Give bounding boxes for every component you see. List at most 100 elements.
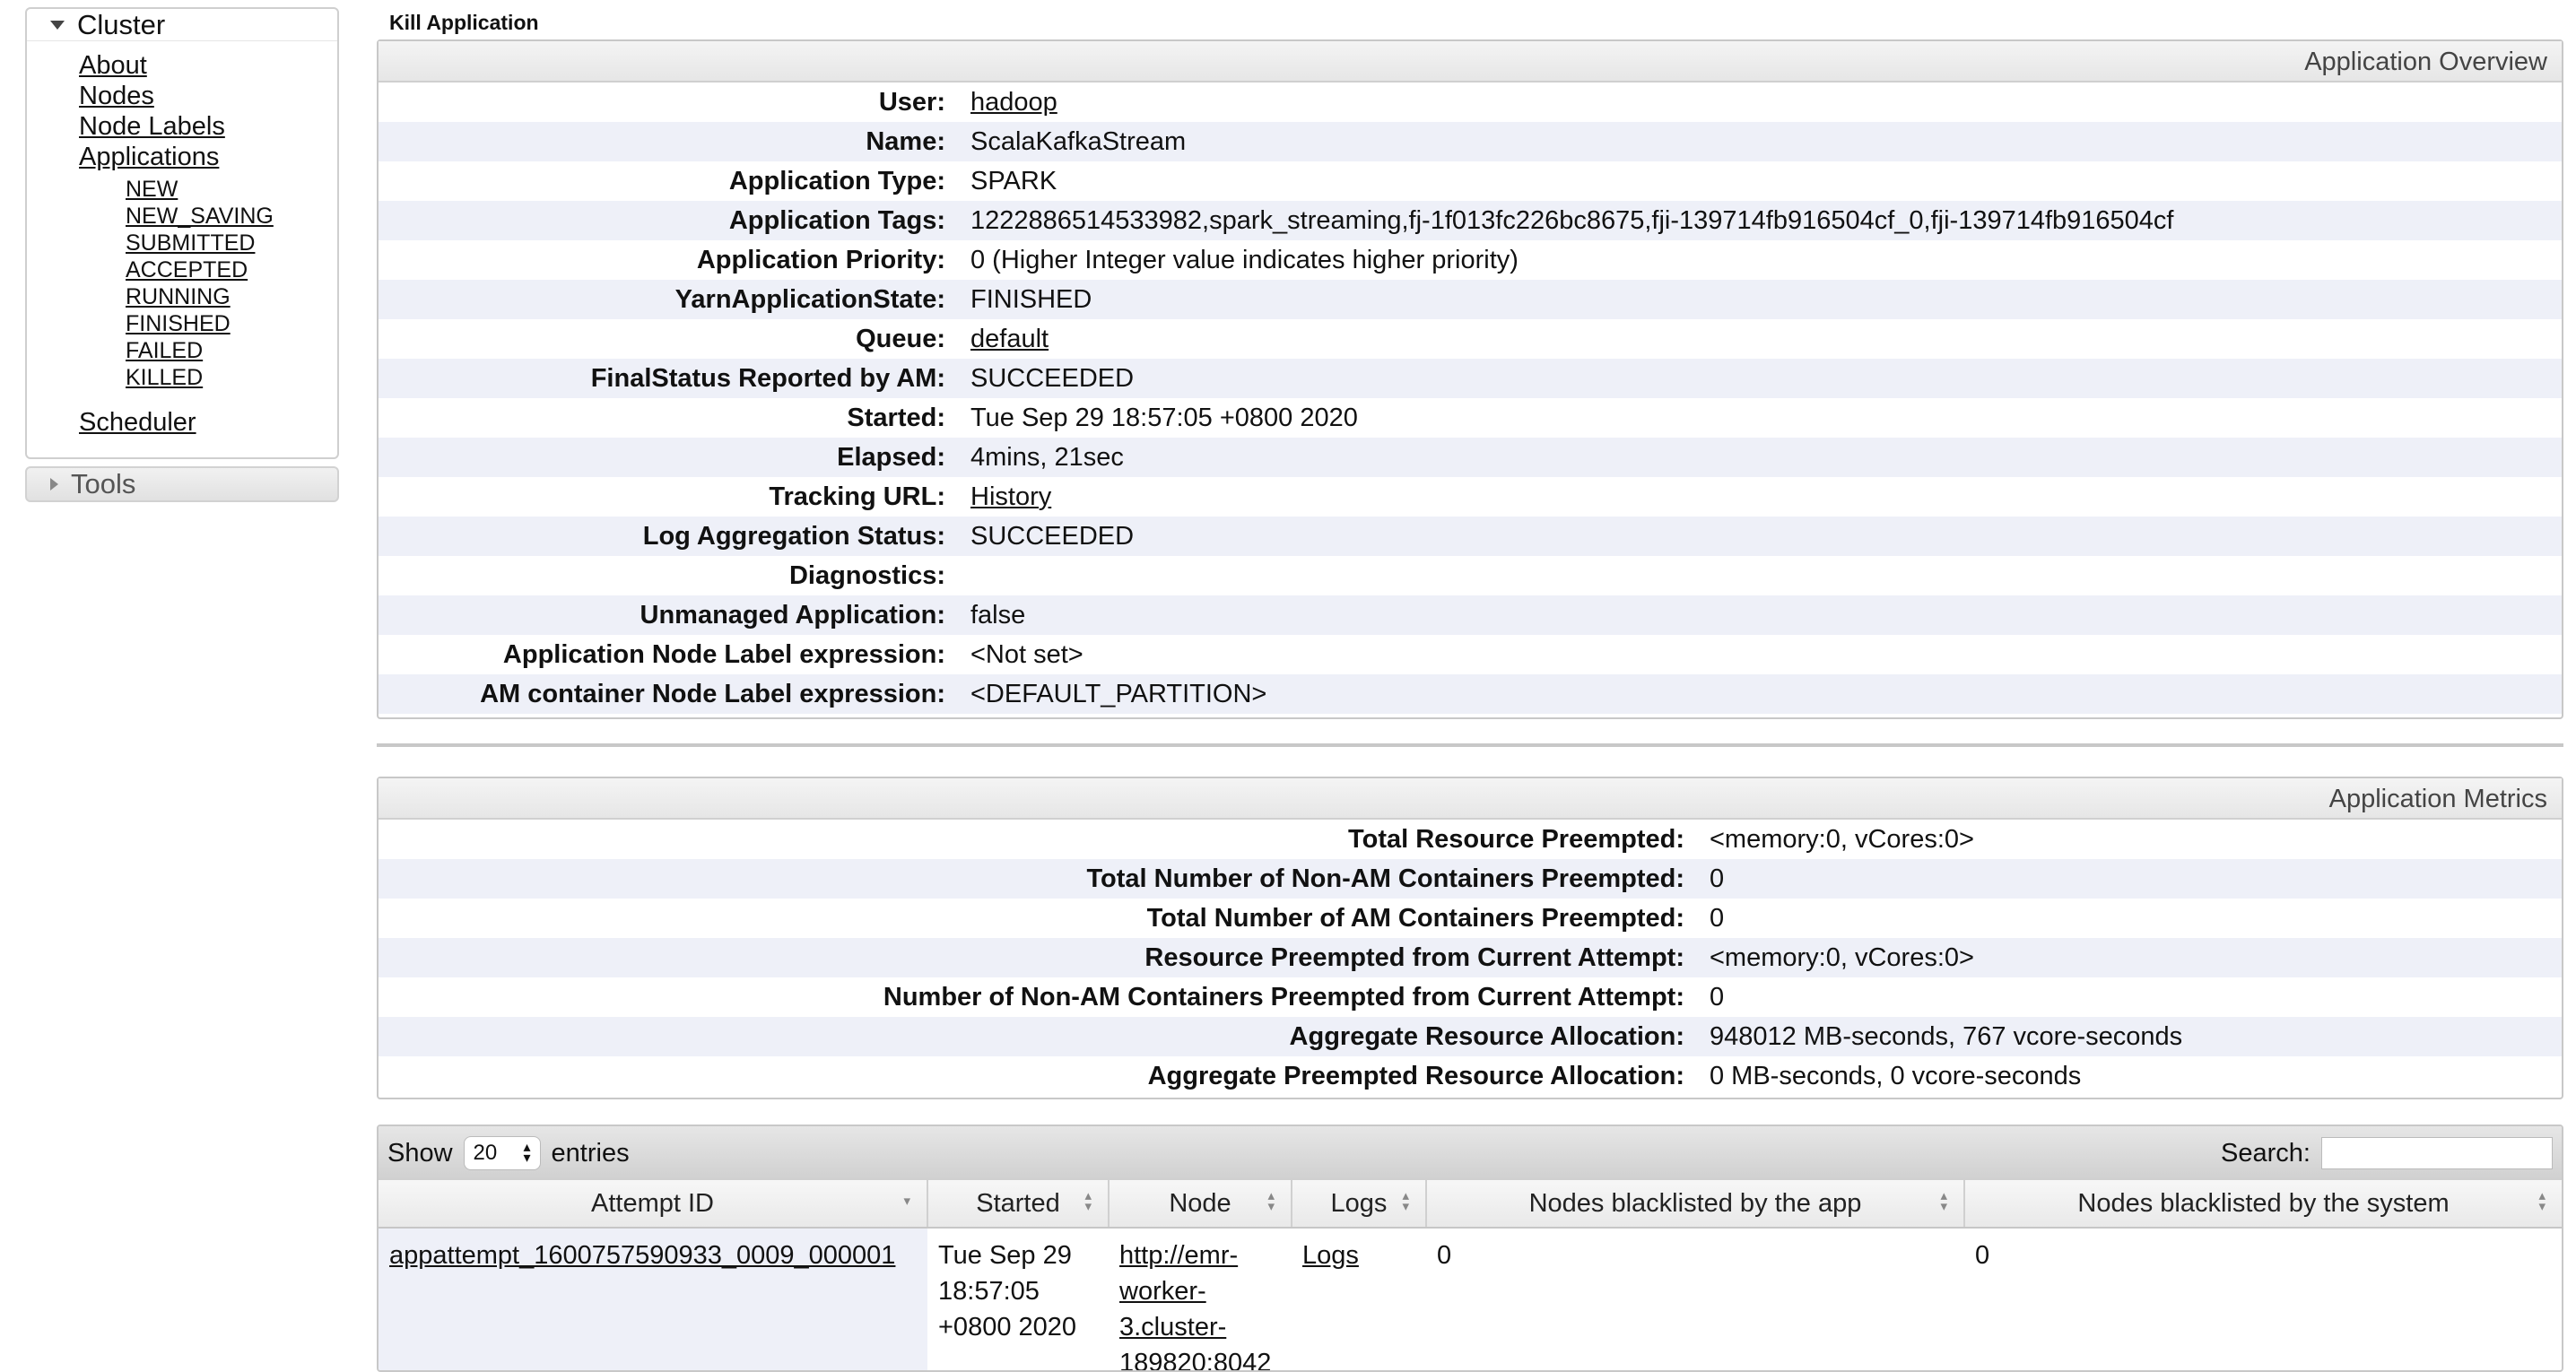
info-row: User: hadoop <box>379 82 2562 122</box>
metric-value: <memory:0, vCores:0> <box>1710 938 2562 977</box>
col-blacklisted-app[interactable]: Nodes blacklisted by the app ▴ ▾ <box>1426 1180 1965 1229</box>
metric-value: 0 <box>1710 982 1725 1012</box>
info-key: FinalStatus Reported by AM: <box>379 359 970 398</box>
info-row: Elapsed: 4mins, 21sec <box>379 438 2562 477</box>
attempts-toolbar: Show 20 ▴ ▾ entries Search: <box>379 1126 2562 1180</box>
state-failed-link[interactable]: FAILED <box>126 337 337 364</box>
col-blacklisted-system[interactable]: Nodes blacklisted by the system ▴ ▾ <box>1964 1180 2562 1229</box>
metric-row: Total Resource Preempted: <memory:0, vCor… <box>379 820 2562 859</box>
state-finished-link[interactable]: FINISHED <box>126 310 337 337</box>
info-row: Diagnostics: <box>379 556 2562 595</box>
queue-link[interactable]: default <box>970 325 1049 353</box>
tools-title: Tools <box>71 468 136 499</box>
nav-about-link[interactable]: About <box>79 50 337 81</box>
sort-icon: ▴ ▾ <box>1940 1188 1947 1214</box>
info-key: Diagnostics: <box>788 560 945 590</box>
application-metrics-panel: Application Metrics Total Resource Preem… <box>377 777 2563 1099</box>
info-key: User: <box>878 87 945 117</box>
kill-application-button[interactable]: Kill Application <box>389 11 539 35</box>
info-value: ScalaKafkaStream <box>970 122 2562 161</box>
page-size-value: 20 <box>473 1141 498 1165</box>
metric-value: <memory:0, vCores:0> <box>1710 824 1974 854</box>
info-key: Log Aggregation Status: <box>379 517 970 556</box>
metric-key: Total Resource Preempted: <box>1348 824 1684 854</box>
triangle-right-icon <box>50 478 58 491</box>
tracking-url-link[interactable]: History <box>970 482 1051 511</box>
state-running-link[interactable]: RUNNING <box>126 283 337 310</box>
info-row: YarnApplicationState: FINISHED <box>379 280 2562 319</box>
triangle-down-icon <box>50 20 65 30</box>
info-value: <Not set> <box>970 639 1083 669</box>
nav-node-labels-link[interactable]: Node Labels <box>79 111 337 142</box>
state-accepted-link[interactable]: ACCEPTED <box>126 256 337 283</box>
nav-scheduler-link[interactable]: Scheduler <box>79 407 337 438</box>
metric-key: Total Number of AM Containers Preempted: <box>1146 903 1684 933</box>
state-new-saving-link[interactable]: NEW_SAVING <box>126 203 337 230</box>
node-link[interactable]: http://emr- worker- 3.cluster- 189820:80… <box>1119 1237 1281 1370</box>
sort-icon: ▴ ▾ <box>1402 1188 1409 1214</box>
info-key: Application Tags: <box>379 201 970 240</box>
info-row: Name: ScalaKafkaStream <box>379 122 2562 161</box>
info-row: Application Node Label expression: <Not s… <box>379 635 2562 674</box>
overview-header: Application Overview <box>379 41 2562 82</box>
blacklisted-app-cell: 0 <box>1437 1241 1452 1270</box>
info-value: SUCCEEDED <box>970 517 2562 556</box>
cluster-section: Cluster About Nodes Node Labels Applicat… <box>25 7 339 459</box>
started-cell: Tue Sep 29 18:57:05 +0800 2020 <box>938 1241 1077 1342</box>
info-row: Queue: default <box>379 319 2562 359</box>
nav-nodes-link[interactable]: Nodes <box>79 81 337 111</box>
info-value: SPARK <box>970 166 1057 195</box>
cluster-header[interactable]: Cluster <box>27 9 337 41</box>
state-killed-link[interactable]: KILLED <box>126 364 337 391</box>
info-key: Application Type: <box>728 166 945 195</box>
app-states-nav: NEW NEW_SAVING SUBMITTED ACCEPTED RUNNIN… <box>126 176 337 391</box>
info-row: Started: Tue Sep 29 18:57:05 +0800 2020 <box>379 398 2562 438</box>
show-label: Show <box>387 1138 453 1168</box>
nav-applications-link[interactable]: Applications <box>79 142 337 172</box>
info-row: Tracking URL: History <box>379 477 2562 517</box>
user-link[interactable]: hadoop <box>970 88 1057 117</box>
cluster-title: Cluster <box>77 8 166 40</box>
info-value: Tue Sep 29 18:57:05 +0800 2020 <box>970 403 1358 432</box>
metric-row: Aggregate Preempted Resource Allocation:… <box>379 1056 2562 1096</box>
page-size-select[interactable]: 20 ▴ ▾ <box>463 1136 541 1170</box>
metric-key: Number of Non-AM Containers Preempted fr… <box>883 982 1684 1012</box>
metric-value: 948012 MB-seconds, 767 vcore-seconds <box>1710 1017 2562 1056</box>
info-row: Application Tags: 1222886514533982,spark_… <box>379 201 2562 240</box>
application-overview-panel: Application Overview User: hadoop Name: Sc… <box>377 39 2563 719</box>
table-row: appattempt_1600757590933_0009_000001 Tue… <box>379 1228 2562 1370</box>
info-key: Queue: <box>856 324 945 353</box>
metric-row: Aggregate Resource Allocation: 948012 MB-… <box>379 1017 2562 1056</box>
info-value: 0 (Higher Integer value indicates higher… <box>970 245 1519 274</box>
info-value: FINISHED <box>970 280 2562 319</box>
metric-key: Aggregate Preempted Resource Allocation: <box>1147 1061 1684 1090</box>
info-key: Unmanaged Application: <box>379 595 970 635</box>
attempts-table-panel: Show 20 ▴ ▾ entries Search: Attempt ID ▾ S… <box>377 1125 2563 1372</box>
sidebar: Cluster About Nodes Node Labels Applicat… <box>25 7 339 502</box>
col-started[interactable]: Started ▴ ▾ <box>927 1180 1110 1229</box>
sort-icon: ▴ ▾ <box>2538 1188 2546 1214</box>
info-key: Started: <box>847 403 945 432</box>
metric-value: 0 <box>1710 903 1725 933</box>
info-value <box>970 556 2562 595</box>
logs-link[interactable]: Logs <box>1302 1241 1359 1270</box>
sort-desc-icon: ▾ <box>903 1194 910 1209</box>
info-value: 4mins, 21sec <box>970 438 2562 477</box>
metric-value: 0 <box>1710 859 2562 899</box>
info-key: Elapsed: <box>379 438 970 477</box>
metric-row: Total Number of Non-AM Containers Preemp… <box>379 859 2562 899</box>
info-value: SUCCEEDED <box>970 359 2562 398</box>
info-key: Name: <box>379 122 970 161</box>
attempt-id-link[interactable]: appattempt_1600757590933_0009_000001 <box>389 1241 895 1270</box>
info-row: Log Aggregation Status: SUCCEEDED <box>379 517 2562 556</box>
search-input[interactable] <box>2321 1137 2553 1169</box>
info-key: AM container Node Label expression: <box>379 674 970 714</box>
col-attempt-id[interactable]: Attempt ID ▾ <box>379 1180 928 1229</box>
info-row: Unmanaged Application: false <box>379 595 2562 635</box>
tools-header[interactable]: Tools <box>25 466 339 502</box>
info-row: Application Priority: 0 (Higher Integer v… <box>379 240 2562 280</box>
state-submitted-link[interactable]: SUBMITTED <box>126 230 337 256</box>
col-logs[interactable]: Logs ▴ ▾ <box>1292 1180 1427 1229</box>
state-new-link[interactable]: NEW <box>126 176 337 203</box>
col-node[interactable]: Node ▴ ▾ <box>1109 1180 1292 1229</box>
